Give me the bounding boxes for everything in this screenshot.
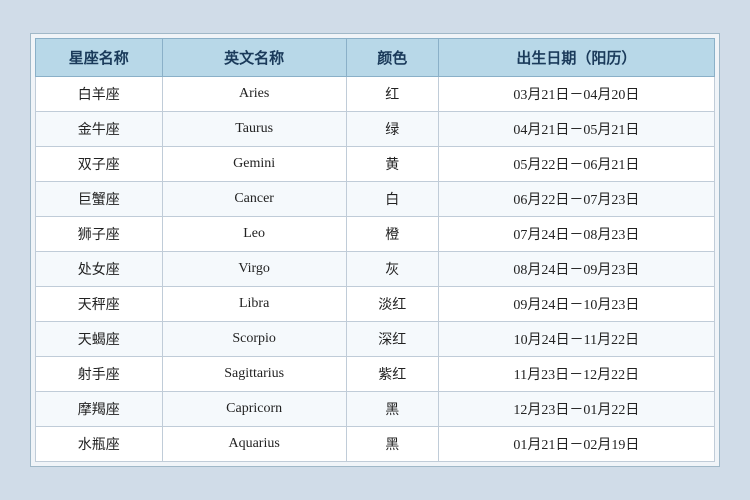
cell-en: Gemini xyxy=(162,147,346,182)
cell-color: 白 xyxy=(346,182,438,217)
cell-en: Cancer xyxy=(162,182,346,217)
table-row: 巨蟹座Cancer白06月22日－07月23日 xyxy=(36,182,715,217)
header-en: 英文名称 xyxy=(162,39,346,77)
cell-date: 10月24日－11月22日 xyxy=(438,322,714,357)
cell-cn: 双子座 xyxy=(36,147,163,182)
table-row: 处女座Virgo灰08月24日－09月23日 xyxy=(36,252,715,287)
table-row: 白羊座Aries红03月21日－04月20日 xyxy=(36,77,715,112)
table-row: 射手座Sagittarius紫红11月23日－12月22日 xyxy=(36,357,715,392)
table-row: 双子座Gemini黄05月22日－06月21日 xyxy=(36,147,715,182)
cell-en: Virgo xyxy=(162,252,346,287)
cell-cn: 射手座 xyxy=(36,357,163,392)
cell-en: Leo xyxy=(162,217,346,252)
cell-cn: 处女座 xyxy=(36,252,163,287)
cell-color: 黑 xyxy=(346,427,438,462)
cell-date: 03月21日－04月20日 xyxy=(438,77,714,112)
header-color: 颜色 xyxy=(346,39,438,77)
cell-cn: 白羊座 xyxy=(36,77,163,112)
table-row: 天秤座Libra淡红09月24日－10月23日 xyxy=(36,287,715,322)
table-header-row: 星座名称 英文名称 颜色 出生日期（阳历） xyxy=(36,39,715,77)
zodiac-table: 星座名称 英文名称 颜色 出生日期（阳历） 白羊座Aries红03月21日－04… xyxy=(35,38,715,462)
cell-cn: 水瓶座 xyxy=(36,427,163,462)
cell-color: 绿 xyxy=(346,112,438,147)
table-row: 狮子座Leo橙07月24日－08月23日 xyxy=(36,217,715,252)
zodiac-table-wrapper: 星座名称 英文名称 颜色 出生日期（阳历） 白羊座Aries红03月21日－04… xyxy=(30,33,720,467)
cell-en: Scorpio xyxy=(162,322,346,357)
cell-cn: 天蝎座 xyxy=(36,322,163,357)
cell-color: 红 xyxy=(346,77,438,112)
cell-en: Taurus xyxy=(162,112,346,147)
cell-color: 淡红 xyxy=(346,287,438,322)
table-row: 金牛座Taurus绿04月21日－05月21日 xyxy=(36,112,715,147)
cell-cn: 巨蟹座 xyxy=(36,182,163,217)
cell-date: 07月24日－08月23日 xyxy=(438,217,714,252)
header-cn: 星座名称 xyxy=(36,39,163,77)
cell-date: 04月21日－05月21日 xyxy=(438,112,714,147)
cell-date: 05月22日－06月21日 xyxy=(438,147,714,182)
cell-color: 黑 xyxy=(346,392,438,427)
cell-cn: 金牛座 xyxy=(36,112,163,147)
cell-date: 11月23日－12月22日 xyxy=(438,357,714,392)
cell-date: 06月22日－07月23日 xyxy=(438,182,714,217)
cell-cn: 狮子座 xyxy=(36,217,163,252)
cell-color: 灰 xyxy=(346,252,438,287)
cell-color: 橙 xyxy=(346,217,438,252)
cell-color: 深红 xyxy=(346,322,438,357)
cell-color: 紫红 xyxy=(346,357,438,392)
header-date: 出生日期（阳历） xyxy=(438,39,714,77)
table-row: 摩羯座Capricorn黑12月23日－01月22日 xyxy=(36,392,715,427)
cell-en: Libra xyxy=(162,287,346,322)
table-row: 天蝎座Scorpio深红10月24日－11月22日 xyxy=(36,322,715,357)
cell-date: 08月24日－09月23日 xyxy=(438,252,714,287)
cell-date: 12月23日－01月22日 xyxy=(438,392,714,427)
cell-cn: 摩羯座 xyxy=(36,392,163,427)
cell-en: Aquarius xyxy=(162,427,346,462)
cell-en: Capricorn xyxy=(162,392,346,427)
cell-en: Aries xyxy=(162,77,346,112)
table-row: 水瓶座Aquarius黑01月21日－02月19日 xyxy=(36,427,715,462)
cell-en: Sagittarius xyxy=(162,357,346,392)
cell-date: 01月21日－02月19日 xyxy=(438,427,714,462)
cell-cn: 天秤座 xyxy=(36,287,163,322)
cell-date: 09月24日－10月23日 xyxy=(438,287,714,322)
cell-color: 黄 xyxy=(346,147,438,182)
